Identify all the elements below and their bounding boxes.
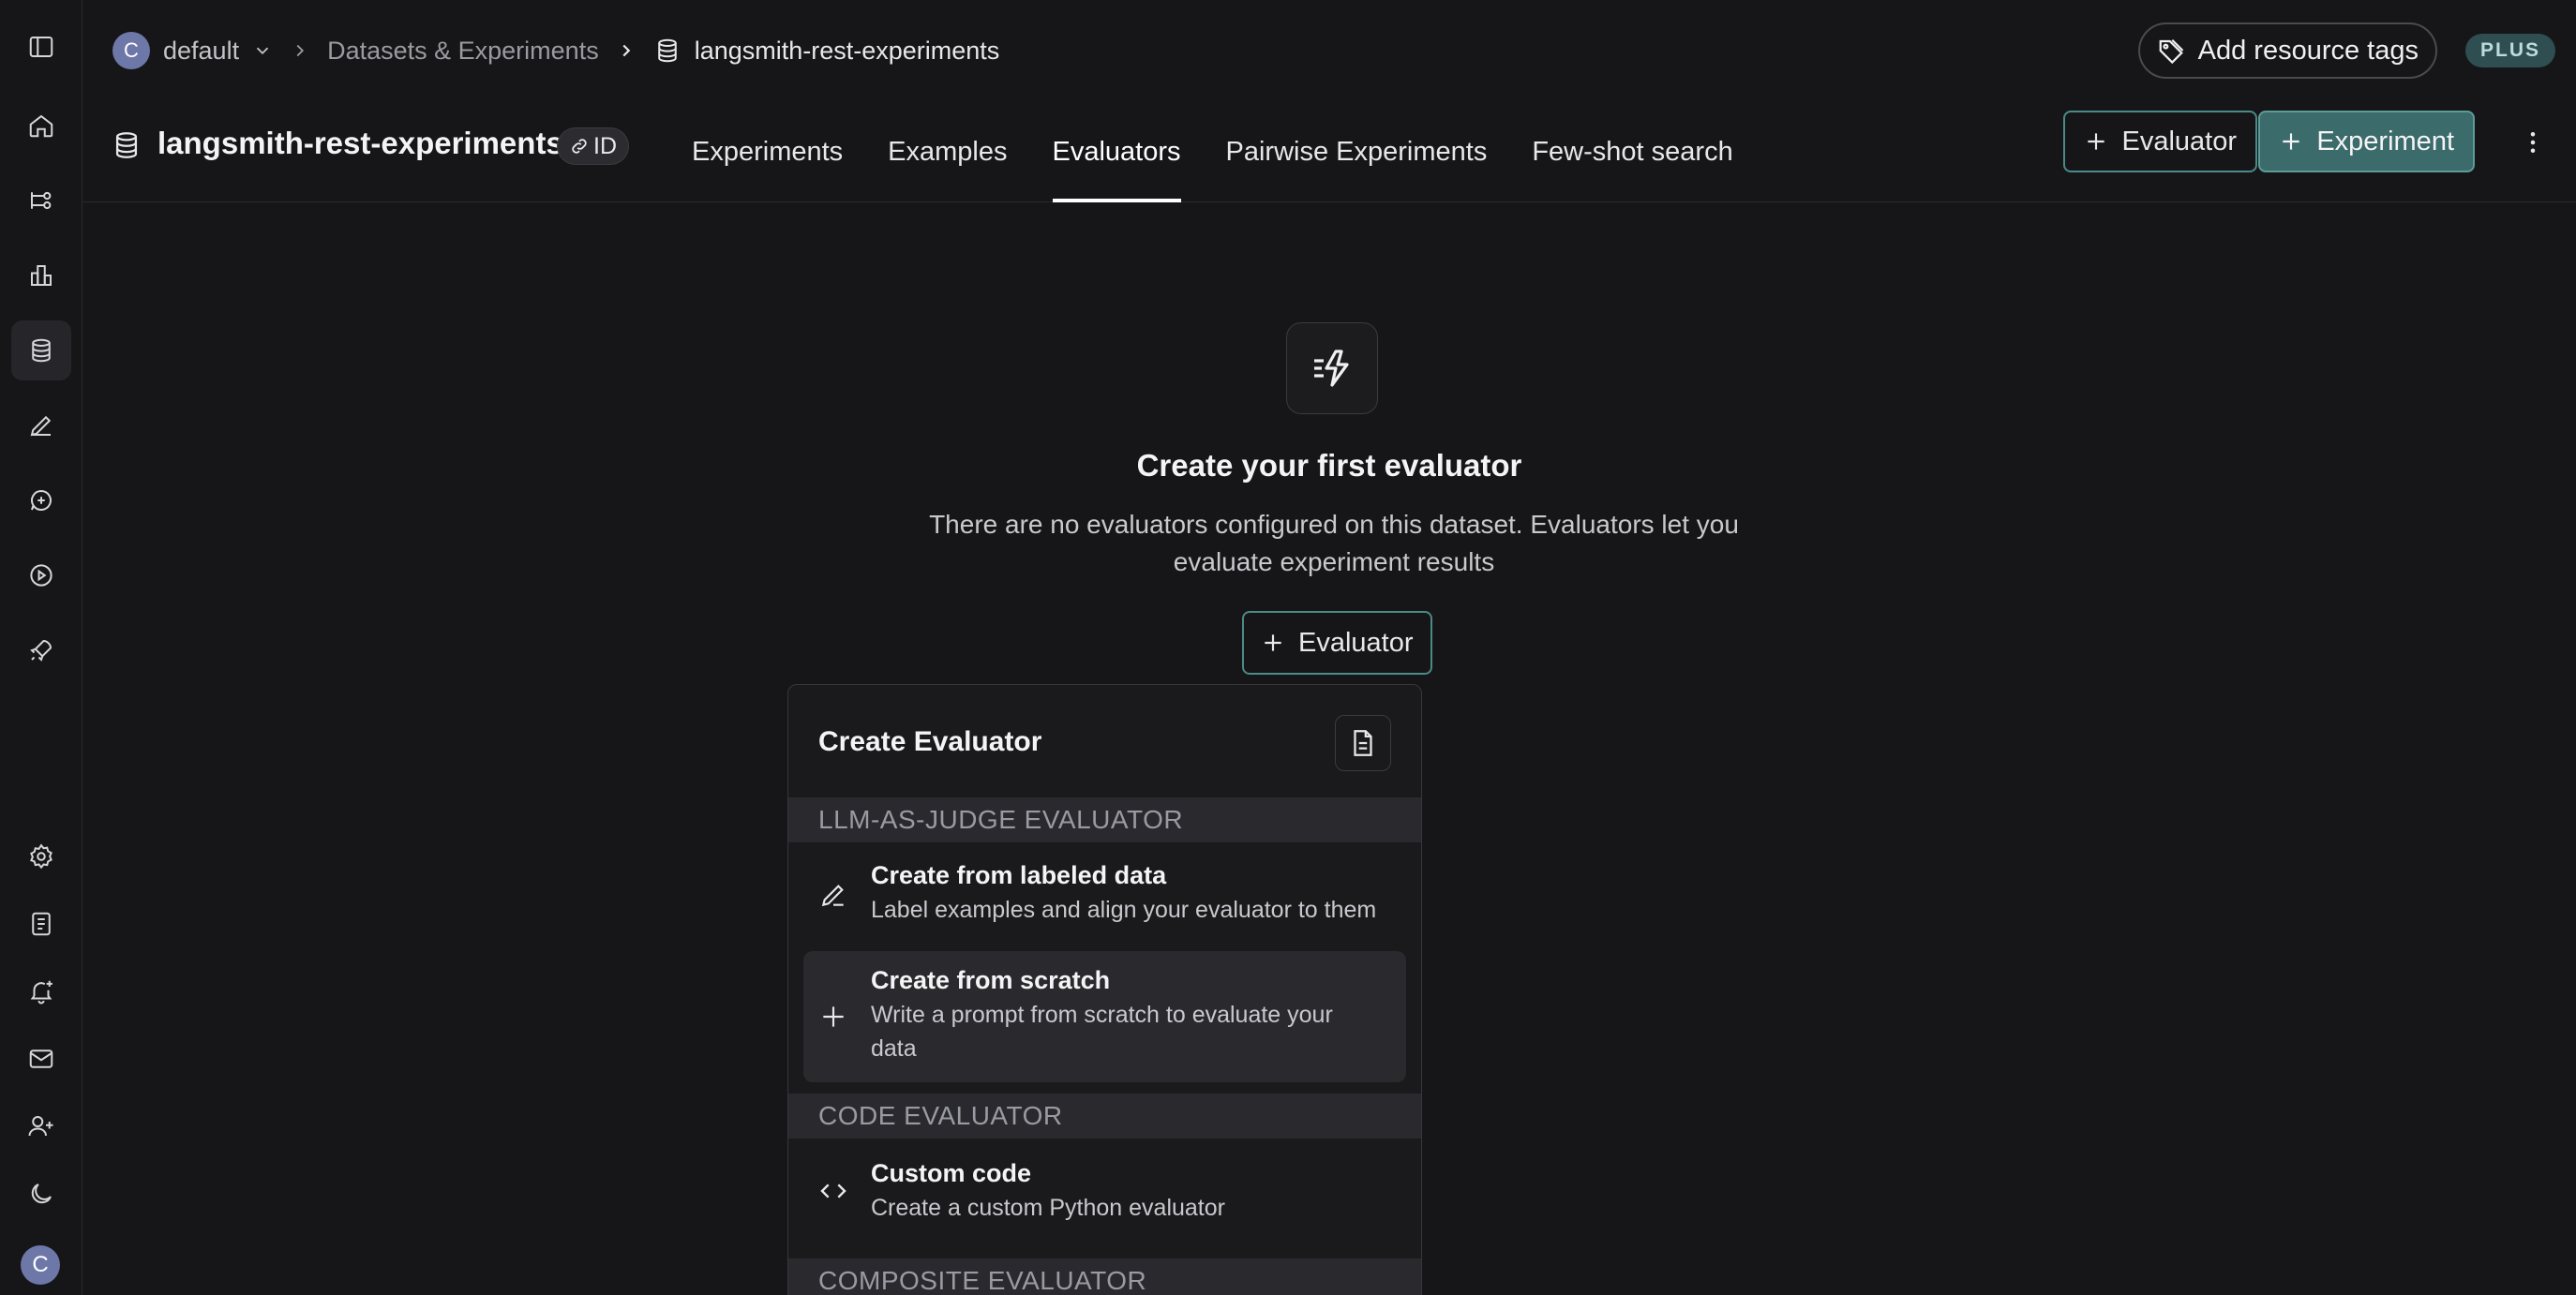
invite-user-icon[interactable]: [11, 1096, 71, 1156]
id-label: ID: [593, 132, 617, 159]
menu-item-description: Create a custom Python evaluator: [871, 1195, 1225, 1221]
link-icon: [569, 136, 593, 156]
breadcrumb-current: langsmith-rest-experiments: [694, 36, 1000, 65]
page-title: langsmith-rest-experiments: [157, 126, 563, 160]
empty-state-evaluator-button[interactable]: Evaluator: [1242, 611, 1432, 675]
org-avatar[interactable]: C: [112, 32, 150, 69]
chevron-right-icon: [616, 40, 637, 61]
mail-icon[interactable]: [11, 1029, 71, 1089]
tab-examples[interactable]: Examples: [888, 101, 1007, 202]
annotation-queues-icon[interactable]: [11, 395, 71, 455]
add-evaluator-button[interactable]: Evaluator: [2063, 111, 2257, 172]
database-icon: [111, 129, 142, 161]
dataset-header: langsmith-rest-experiments ID Experiment…: [82, 101, 2576, 202]
menu-item-title: Custom code: [871, 1159, 1032, 1187]
menu-title: Create Evaluator: [818, 726, 1042, 757]
menu-item-title: Create from labeled data: [871, 861, 1167, 889]
evaluator-bolt-icon: [1286, 322, 1378, 414]
add-experiment-button[interactable]: Experiment: [2258, 111, 2475, 172]
plus-icon: [816, 1000, 850, 1034]
add-resource-tags-label: Add resource tags: [2197, 35, 2419, 66]
chevron-right-icon: [290, 40, 310, 61]
tab-evaluators[interactable]: Evaluators: [1052, 101, 1181, 202]
top-bar: C default Datasets & Experiments langsmi…: [82, 0, 2576, 101]
section-header-llm-as-judge: LLM-AS-JUDGE EVALUATOR: [788, 797, 1421, 842]
theme-moon-icon[interactable]: [11, 1164, 71, 1224]
empty-state-title: Create your first evaluator: [1136, 448, 1522, 483]
menu-item-custom-code[interactable]: Custom code Create a custom Python evalu…: [803, 1146, 1406, 1236]
more-options-icon[interactable]: [2512, 122, 2554, 163]
menu-item-create-from-labeled-data[interactable]: Create from labeled data Label examples …: [803, 850, 1406, 940]
org-switcher-label[interactable]: default: [163, 37, 239, 66]
breadcrumb-datasets-link[interactable]: Datasets & Experiments: [327, 37, 599, 66]
user-avatar[interactable]: C: [21, 1245, 60, 1285]
database-icon: [653, 37, 681, 65]
add-resource-tags-button[interactable]: Add resource tags: [2137, 22, 2437, 79]
tab-few-shot-search[interactable]: Few-shot search: [1532, 101, 1732, 202]
add-evaluator-label: Evaluator: [2121, 126, 2237, 156]
home-icon[interactable]: [11, 96, 71, 156]
tab-experiments[interactable]: Experiments: [692, 101, 843, 202]
code-icon: [816, 1174, 850, 1208]
breadcrumb: C default Datasets & Experiments langsmi…: [112, 30, 999, 71]
pencil-icon: [816, 878, 850, 912]
plus-icon: [1261, 631, 1298, 655]
left-rail: C: [0, 0, 82, 1295]
deployments-icon[interactable]: [11, 620, 71, 680]
dashboards-icon[interactable]: [11, 246, 71, 305]
add-experiment-label: Experiment: [2316, 126, 2454, 156]
menu-item-create-from-scratch[interactable]: Create from scratch Write a prompt from …: [803, 951, 1406, 1082]
sidebar-toggle-icon[interactable]: [11, 17, 71, 77]
plus-icon: [2084, 129, 2121, 154]
plus-icon: [2279, 129, 2316, 154]
docs-icon[interactable]: [11, 894, 71, 954]
playground-icon[interactable]: [11, 545, 71, 605]
section-header-code-evaluator: CODE EVALUATOR: [788, 1094, 1421, 1139]
alerts-icon[interactable]: [11, 961, 71, 1021]
chevron-down-icon[interactable]: [252, 40, 273, 61]
empty-state-evaluator-label: Evaluator: [1298, 627, 1414, 658]
tab-bar: Experiments Examples Evaluators Pairwise…: [692, 101, 1778, 202]
tag-icon: [2157, 37, 2198, 65]
plan-badge: PLUS: [2464, 34, 2555, 67]
empty-state-description: There are no evaluators configured on th…: [929, 510, 1739, 576]
create-evaluator-menu: Create Evaluator LLM-AS-JUDGE EVALUATOR …: [787, 684, 1422, 1295]
tab-pairwise-experiments[interactable]: Pairwise Experiments: [1226, 101, 1488, 202]
menu-item-description: Write a prompt from scratch to evaluate …: [871, 1002, 1333, 1062]
copy-id-button[interactable]: ID: [557, 127, 629, 165]
section-header-composite-evaluator: COMPOSITE EVALUATOR: [788, 1258, 1421, 1295]
menu-item-description: Label examples and align your evaluator …: [871, 897, 1377, 923]
projects-icon[interactable]: [11, 171, 71, 231]
datasets-icon[interactable]: [11, 320, 71, 380]
menu-item-title: Create from scratch: [871, 966, 1111, 994]
settings-icon[interactable]: [11, 826, 71, 886]
document-icon[interactable]: [1335, 715, 1391, 771]
